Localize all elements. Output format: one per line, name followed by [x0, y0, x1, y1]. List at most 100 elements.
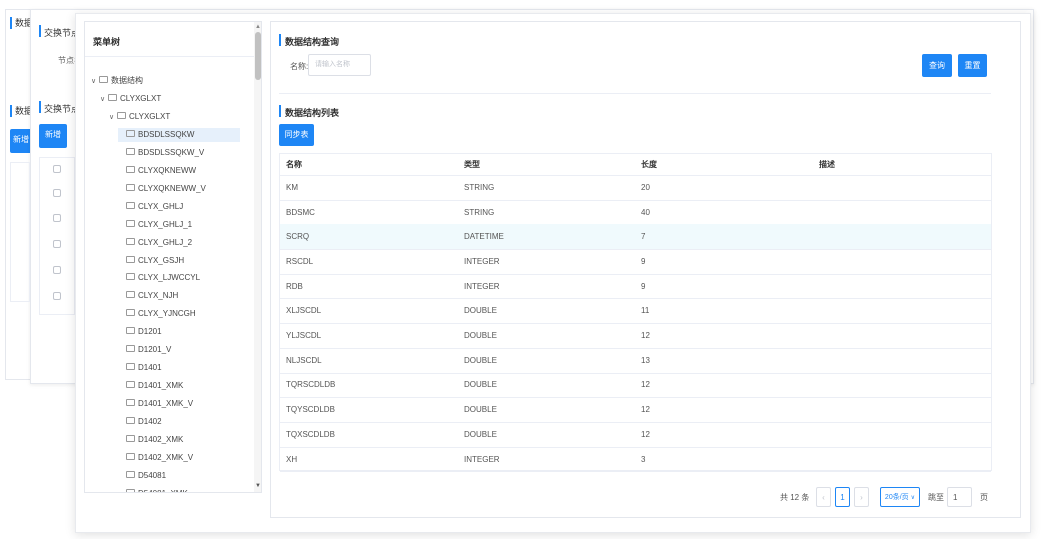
tree-node[interactable]: CLYXQKNEWW — [118, 164, 196, 178]
tree-scrollbar[interactable] — [254, 22, 261, 492]
folder-icon — [126, 255, 135, 263]
folder-icon — [126, 237, 135, 245]
background-add-button[interactable]: 新增 — [39, 124, 67, 148]
row-checkbox[interactable] — [53, 165, 61, 173]
tree-node-label: CLYXGLXT — [120, 93, 162, 103]
table-row[interactable]: XLJSCDL DOUBLE 11 — [280, 299, 991, 325]
folder-icon — [126, 309, 135, 317]
tree-node[interactable]: CLYX_GHLJ_1 — [118, 218, 192, 232]
tree-node-label: BDSDLSSQKW_V — [138, 147, 205, 157]
folder-icon — [126, 452, 135, 460]
page-number-current[interactable]: 1 — [835, 487, 850, 507]
sync-table-button[interactable]: 同步表 — [279, 124, 314, 146]
tree-node[interactable]: CLYX_NJH — [118, 289, 178, 303]
goto-page-input[interactable]: 1 — [947, 487, 972, 507]
cell-name: YLJSCDL — [286, 331, 322, 341]
tree-node[interactable]: CLYX_GSJH — [118, 254, 184, 268]
folder-icon — [126, 129, 135, 137]
row-checkbox[interactable] — [53, 214, 61, 222]
table-row[interactable]: BDSMC STRING 40 — [280, 200, 991, 226]
prev-page-button[interactable]: ‹ — [816, 487, 831, 507]
tree-node-label: D1201 — [138, 327, 162, 337]
tree-node[interactable]: D54081 — [118, 469, 166, 483]
scroll-up-icon[interactable]: ▲ — [255, 24, 261, 30]
tree-node[interactable]: CLYXQKNEWW_V — [118, 182, 206, 196]
cell-type: DOUBLE — [464, 380, 497, 390]
cell-name: TQRSCDLDB — [286, 380, 336, 390]
cell-type: INTEGER — [464, 454, 500, 464]
tree-node-label: CLYX_GHLJ — [138, 201, 184, 211]
table-row[interactable]: TQRSCDLDB DOUBLE 12 — [280, 373, 991, 399]
cell-length: 3 — [641, 454, 646, 464]
tree-node[interactable]: CLYX_LJWCCYL — [118, 271, 200, 285]
tree-node[interactable]: CLYX_GHLJ_2 — [118, 236, 192, 250]
folder-icon — [126, 363, 135, 371]
tree-node-label: CLYX_GHLJ_1 — [138, 219, 193, 229]
cell-name: XLJSCDL — [286, 306, 322, 316]
tree-node-label: CLYX_LJWCCYL — [138, 273, 201, 283]
folder-icon — [126, 327, 135, 335]
name-search-input[interactable]: 请输入名称 — [308, 54, 371, 76]
tree-node-label: CLYX_YJNCGH — [138, 309, 196, 319]
table-row[interactable]: YLJSCDL DOUBLE 12 — [280, 323, 991, 349]
tree-node[interactable]: ∨ 数据结构 — [91, 74, 143, 88]
tree-node[interactable]: BDSDLSSQKW — [118, 127, 240, 142]
folder-icon — [126, 435, 135, 442]
tree-node[interactable]: D1402_XMK — [118, 433, 183, 447]
table-row[interactable]: NLJSCDL DOUBLE 13 — [280, 348, 991, 374]
chevron-down-icon[interactable]: ∨ — [91, 75, 99, 89]
folder-icon — [126, 183, 135, 191]
cell-type: INTEGER — [464, 281, 500, 291]
chevron-down-icon: ∨ — [910, 495, 916, 501]
tree-node-label: D1402 — [138, 417, 162, 427]
tree-node-label: D54081 — [138, 470, 167, 480]
tree-node-label: CLYXQKNEWW — [138, 165, 197, 175]
next-page-button[interactable]: › — [854, 487, 869, 507]
tree-node[interactable]: D54081_XMK — [118, 487, 188, 492]
reset-button[interactable]: 重置 — [958, 54, 987, 77]
page-size-select[interactable]: 20条/页 ∨ — [880, 487, 920, 507]
tree-node[interactable]: ∨ CLYXGLXT — [109, 110, 170, 124]
cell-length: 12 — [641, 380, 650, 390]
tree-node[interactable]: CLYX_GHLJ — [118, 200, 183, 214]
tree-node[interactable]: D1201_V — [118, 343, 171, 357]
tree-node[interactable]: D1401_XMK — [118, 379, 183, 393]
table-row[interactable]: RSCDL INTEGER 9 — [280, 249, 991, 275]
page-suffix-label: 页 — [980, 493, 988, 502]
row-checkbox[interactable] — [53, 189, 61, 197]
tree-node[interactable]: ∨ CLYXGLXT — [100, 92, 161, 106]
row-checkbox[interactable] — [53, 292, 61, 300]
page-size-value: 20条/页 — [884, 494, 909, 501]
table-row[interactable]: SCRQ DATETIME 7 — [280, 224, 991, 251]
tree-node[interactable]: CLYX_YJNCGH — [118, 307, 196, 321]
table-row[interactable]: KM STRING 20 — [280, 175, 991, 201]
row-checkbox[interactable] — [53, 266, 61, 274]
background-add-button[interactable]: 新增 — [10, 129, 32, 153]
chevron-down-icon[interactable]: ∨ — [109, 111, 117, 125]
cell-length: 20 — [641, 182, 650, 192]
data-structure-table: 名称 类型 长度 描述 KM STRING 20 BDSMC STRING 40 SCRQ D… — [279, 153, 992, 473]
tree-node[interactable]: D1401 — [118, 361, 162, 375]
table-row[interactable]: TQYSCDLDB DOUBLE 12 — [280, 397, 991, 423]
tree-node[interactable]: D1401_XMK_V — [118, 397, 193, 411]
tree-node[interactable]: D1402 — [118, 415, 162, 429]
cell-length: 40 — [641, 207, 650, 217]
tree-node[interactable]: BDSDLSSQKW_V — [118, 146, 204, 160]
table-row[interactable]: TQXSCDLDB DOUBLE 12 — [280, 422, 991, 448]
tree-node[interactable]: D1201 — [118, 325, 162, 339]
tree-scrollbar-thumb[interactable] — [255, 32, 261, 80]
tree-node-label: D1401_XMK — [138, 381, 184, 391]
table-row[interactable]: RDB INTEGER 9 — [280, 274, 991, 300]
row-checkbox[interactable] — [53, 240, 61, 248]
table-row[interactable]: XH INTEGER 3 — [280, 447, 991, 473]
query-button[interactable]: 查询 — [922, 54, 952, 77]
tree-node[interactable]: D1402_XMK_V — [118, 451, 193, 465]
folder-icon — [126, 165, 135, 173]
tree-node-label: D1402_XMK_V — [138, 452, 194, 462]
cell-type: DATETIME — [464, 232, 504, 242]
cell-name: RSCDL — [286, 256, 314, 266]
scroll-down-icon[interactable]: ▼ — [255, 483, 261, 489]
chevron-down-icon[interactable]: ∨ — [100, 93, 108, 107]
folder-icon — [126, 147, 135, 155]
pagination-total: 共 12 条 — [780, 493, 810, 502]
